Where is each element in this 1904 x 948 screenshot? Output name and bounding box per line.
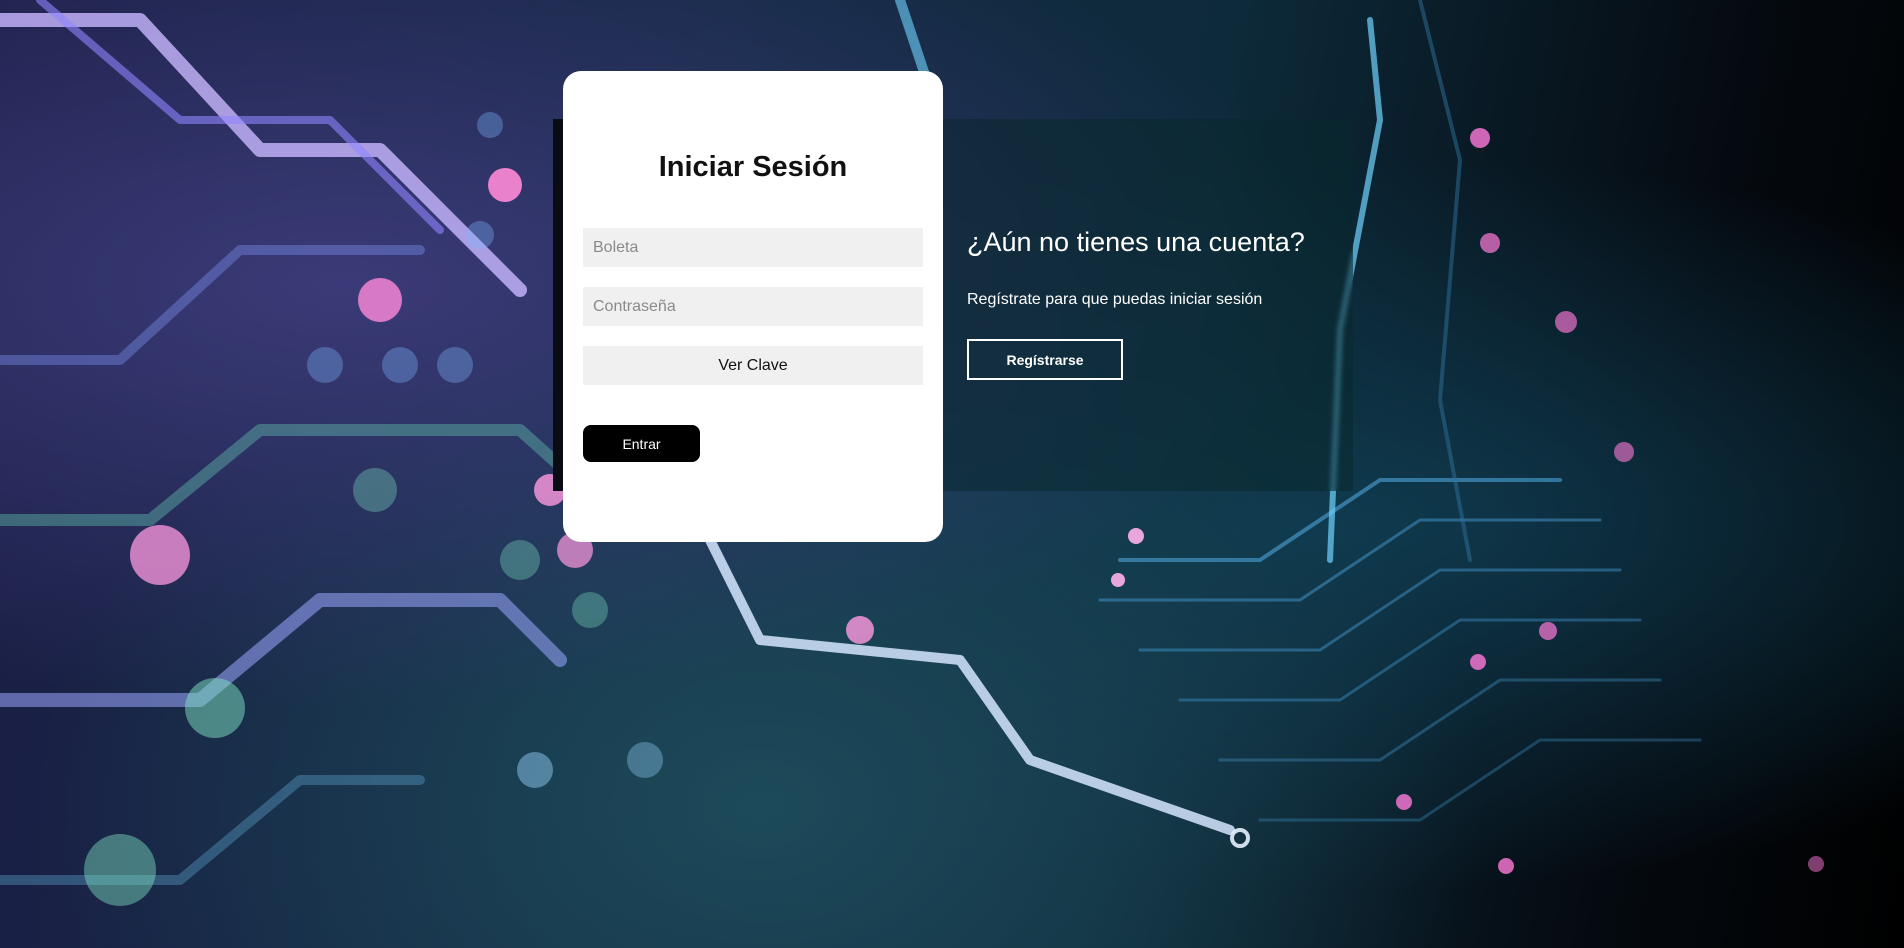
register-button[interactable]: Regístrarse [967, 339, 1123, 380]
login-title: Iniciar Sesión [658, 151, 848, 183]
password-input[interactable] [583, 287, 923, 326]
login-submit-button[interactable]: Entrar [583, 425, 700, 462]
show-password-button[interactable]: Ver Clave [583, 346, 923, 385]
boleta-input[interactable] [583, 228, 923, 267]
panel-edge [553, 119, 563, 491]
login-card: Iniciar Sesión Ver Clave Entrar [563, 71, 943, 542]
register-title: ¿Aún no tienes una cuenta? [967, 227, 1305, 257]
register-description: Regístrate para que puedas iniciar sesió… [967, 291, 1263, 308]
